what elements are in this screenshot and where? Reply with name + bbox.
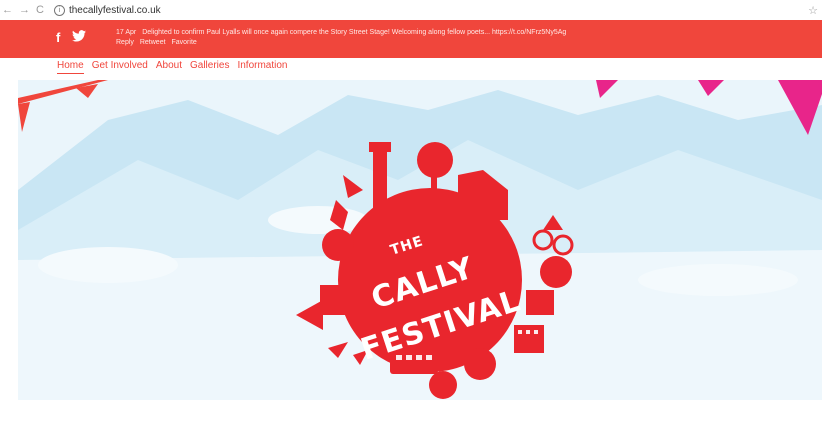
- nav-about[interactable]: About: [156, 60, 182, 74]
- nav-galleries[interactable]: Galleries: [190, 60, 229, 74]
- twitter-icon[interactable]: [72, 30, 87, 45]
- facebook-icon[interactable]: f: [56, 30, 60, 45]
- nav-home[interactable]: Home: [57, 60, 84, 74]
- address-bar[interactable]: i thecallyfestival.co.uk: [53, 4, 161, 16]
- tweet-actions: Reply Retweet Favorite: [116, 38, 636, 48]
- reload-icon[interactable]: C: [36, 4, 44, 16]
- back-icon[interactable]: ←: [2, 4, 13, 16]
- bookmark-star-icon[interactable]: ☆: [808, 4, 818, 17]
- browser-nav: ← → C: [0, 4, 44, 16]
- main-nav: Home Get Involved About Galleries Inform…: [57, 60, 287, 74]
- tweet-date: 17 Apr: [116, 29, 137, 36]
- tweet-text[interactable]: Delighted to confirm Paul Lyalls will on…: [142, 29, 566, 36]
- reply-link[interactable]: Reply: [116, 39, 134, 46]
- hero-banner: THE CALLY FESTIVAL: [18, 80, 822, 400]
- browser-toolbar: ← → C i thecallyfestival.co.uk ☆: [0, 0, 822, 20]
- url-text: thecallyfestival.co.uk: [68, 4, 161, 16]
- tweet-bar: f 17 Apr Delighted to confirm Paul Lyall…: [0, 20, 822, 58]
- nav-information[interactable]: Information: [237, 60, 287, 74]
- social-links: f: [56, 30, 87, 45]
- latest-tweet: 17 Apr Delighted to confirm Paul Lyalls …: [116, 28, 636, 48]
- info-icon[interactable]: i: [53, 4, 65, 16]
- nav-get-involved[interactable]: Get Involved: [92, 60, 148, 74]
- retweet-link[interactable]: Retweet: [140, 39, 166, 46]
- favorite-link[interactable]: Favorite: [172, 39, 197, 46]
- forward-icon[interactable]: →: [19, 4, 30, 16]
